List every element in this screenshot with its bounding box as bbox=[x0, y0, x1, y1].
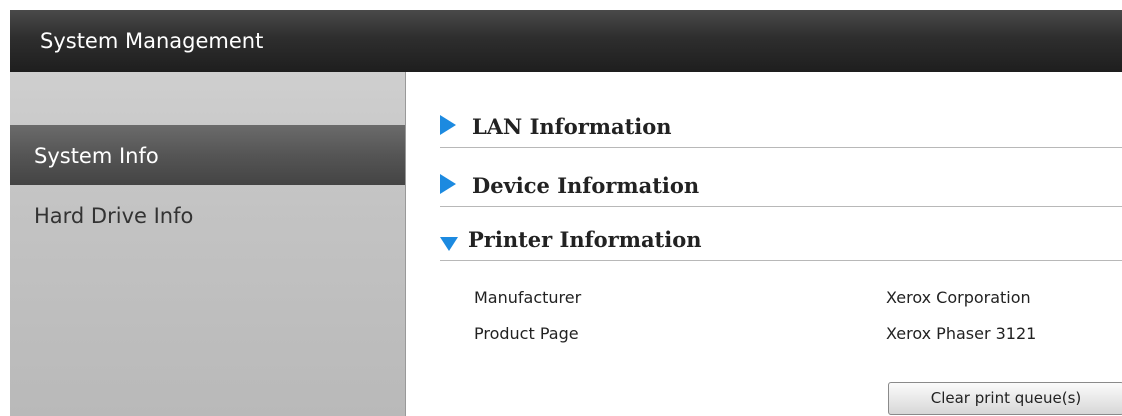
header-bar: System Management bbox=[10, 10, 1122, 72]
sidebar: System Info Hard Drive Info bbox=[10, 72, 406, 416]
sidebar-item-system-info[interactable]: System Info bbox=[10, 125, 405, 185]
manufacturer-value: Xerox Corporation bbox=[886, 288, 1031, 307]
triangle-right-icon bbox=[440, 115, 456, 135]
clear-print-queue-button[interactable]: Clear print queue(s) bbox=[888, 382, 1122, 415]
sidebar-item-hard-drive-info[interactable]: Hard Drive Info bbox=[10, 190, 405, 242]
section-lan-information[interactable]: LAN Information bbox=[440, 100, 1122, 148]
triangle-down-icon bbox=[440, 237, 458, 251]
section-title: LAN Information bbox=[472, 114, 672, 139]
app-frame: System Management System Info Hard Drive… bbox=[0, 0, 1122, 416]
section-title: Printer Information bbox=[468, 227, 702, 252]
page-title: System Management bbox=[40, 29, 264, 53]
manufacturer-label: Manufacturer bbox=[474, 288, 582, 307]
sidebar-item-label: Hard Drive Info bbox=[34, 204, 194, 228]
section-device-information[interactable]: Device Information bbox=[440, 159, 1122, 207]
product-page-value: Xerox Phaser 3121 bbox=[886, 324, 1037, 343]
triangle-right-icon bbox=[440, 174, 456, 194]
product-page-label: Product Page bbox=[474, 324, 579, 343]
section-printer-information[interactable]: Printer Information bbox=[440, 213, 1122, 261]
sidebar-item-label: System Info bbox=[34, 144, 159, 168]
main-content: LAN Information Device Information Print… bbox=[406, 72, 1122, 416]
section-title: Device Information bbox=[472, 173, 700, 198]
